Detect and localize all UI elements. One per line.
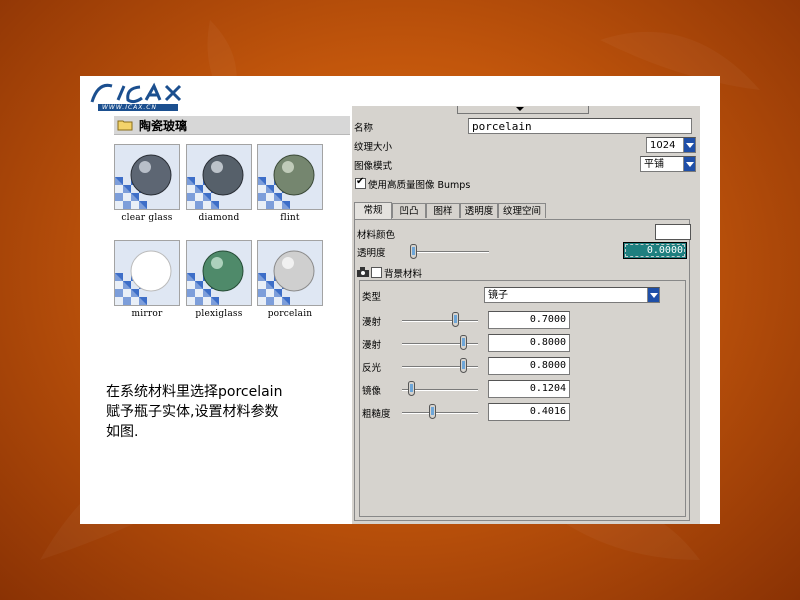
material-label: flint — [280, 213, 300, 223]
texture-size-label: 纹理大小 — [354, 142, 393, 153]
chevron-down-icon[interactable] — [647, 288, 659, 302]
folder-icon — [117, 120, 133, 131]
chevron-down-icon[interactable] — [683, 157, 695, 171]
material-thumbnail[interactable] — [257, 240, 323, 306]
logo-subtext: WWW.ICAX.CN — [102, 104, 157, 111]
material-label: diamond — [198, 213, 240, 223]
material-dropdown-cut[interactable] — [457, 106, 589, 114]
icax-logo: WWW.ICAX.CN — [88, 78, 184, 114]
material-thumbnail[interactable] — [257, 144, 323, 210]
image-mode-value: 平铺 — [644, 159, 664, 170]
material-label: plexiglass — [195, 309, 243, 319]
param-value-field[interactable]: 0.4016 — [488, 403, 570, 421]
material-folder[interactable]: 陶瓷玻璃 — [114, 116, 350, 135]
param-slider-thumb[interactable] — [459, 358, 467, 373]
material-preview-icon — [258, 241, 322, 305]
param-slider-thumb[interactable] — [429, 404, 437, 419]
tab-2[interactable]: 图样 — [426, 203, 460, 218]
hq-bumps-checkbox[interactable] — [355, 176, 366, 189]
param-label: 漫射 — [362, 317, 382, 328]
tab-panel-general: 材料颜色 透明度 0.0000 背景材料 类型 镜子 漫射 0.7000 漫射 0.8… — [354, 219, 691, 521]
material-thumbnail[interactable] — [186, 240, 252, 306]
material-preview-icon — [187, 145, 251, 209]
transparency-label: 透明度 — [357, 248, 386, 259]
tab-3[interactable]: 透明度 — [460, 203, 498, 218]
param-value-field[interactable]: 0.7000 — [488, 311, 570, 329]
material-preview-icon — [258, 145, 322, 209]
instruction-caption: 在系统材料里选择porcelain 赋予瓶子实体,设置材料参数 如图. — [106, 382, 336, 442]
material-label: mirror — [131, 309, 163, 319]
material-thumbnail[interactable] — [114, 144, 180, 210]
param-label: 反光 — [362, 363, 382, 374]
name-field[interactable]: porcelain — [468, 118, 692, 134]
material-preview-icon — [187, 241, 251, 305]
param-slider-track[interactable] — [402, 412, 478, 414]
slide-panel: WWW.ICAX.CN 陶瓷玻璃 clear glass diamond fli… — [80, 76, 720, 524]
param-slider-track[interactable] — [402, 320, 478, 322]
tab-4[interactable]: 纹理空间 — [498, 203, 546, 218]
chevron-down-icon[interactable] — [683, 138, 695, 152]
folder-label: 陶瓷玻璃 — [139, 119, 188, 133]
material-preview-icon — [115, 145, 179, 209]
param-value-field[interactable]: 0.1204 — [488, 380, 570, 398]
material-color-label: 材料颜色 — [357, 230, 396, 241]
caption-line: 如图. — [106, 424, 139, 440]
param-slider-thumb[interactable] — [459, 335, 467, 350]
background-material-checkbox[interactable] — [371, 267, 382, 278]
material-label: clear glass — [121, 213, 173, 223]
material-thumbnail[interactable] — [186, 144, 252, 210]
param-slider-thumb[interactable] — [452, 312, 460, 327]
param-label: 粗糙度 — [362, 409, 391, 420]
image-mode-select[interactable]: 平铺 — [640, 156, 696, 172]
camera-icon — [357, 267, 369, 277]
transparency-slider-track[interactable] — [413, 251, 489, 253]
param-value-field[interactable]: 0.8000 — [488, 334, 570, 352]
param-label: 镜像 — [362, 386, 382, 397]
material-thumbnail[interactable] — [114, 240, 180, 306]
type-select[interactable]: 镜子 — [484, 287, 660, 303]
image-mode-label: 图像模式 — [354, 161, 393, 172]
background-material-label: 背景材料 — [384, 269, 423, 280]
type-label: 类型 — [362, 292, 382, 303]
param-value-field[interactable]: 0.8000 — [488, 357, 570, 375]
param-slider-thumb[interactable] — [408, 381, 416, 396]
param-label: 漫射 — [362, 340, 382, 351]
material-preview-icon — [115, 241, 179, 305]
texture-size-value: 1024 — [650, 140, 676, 151]
material-dialog: 名称 porcelain 纹理大小 1024 图像模式 平铺 使用高质量图像 B… — [352, 106, 700, 524]
tab-0[interactable]: 常规 — [354, 202, 392, 219]
caption-line: 赋予瓶子实体,设置材料参数 — [106, 404, 279, 420]
caption-line: 在系统材料里选择porcelain — [106, 384, 283, 400]
transparency-field[interactable]: 0.0000 — [623, 242, 687, 259]
name-label: 名称 — [354, 123, 374, 134]
reflection-group: 类型 镜子 漫射 0.7000 漫射 0.8000 反光 0.8000 镜像 0.1204 粗糙… — [359, 280, 686, 517]
type-value: 镜子 — [488, 290, 508, 301]
material-color-swatch[interactable] — [655, 224, 691, 240]
transparency-slider-thumb[interactable] — [410, 244, 417, 259]
tab-1[interactable]: 凹凸 — [392, 203, 426, 218]
hq-bumps-label: 使用高质量图像 Bumps — [368, 180, 471, 191]
material-label: porcelain — [267, 309, 313, 319]
texture-size-select[interactable]: 1024 — [646, 137, 696, 153]
